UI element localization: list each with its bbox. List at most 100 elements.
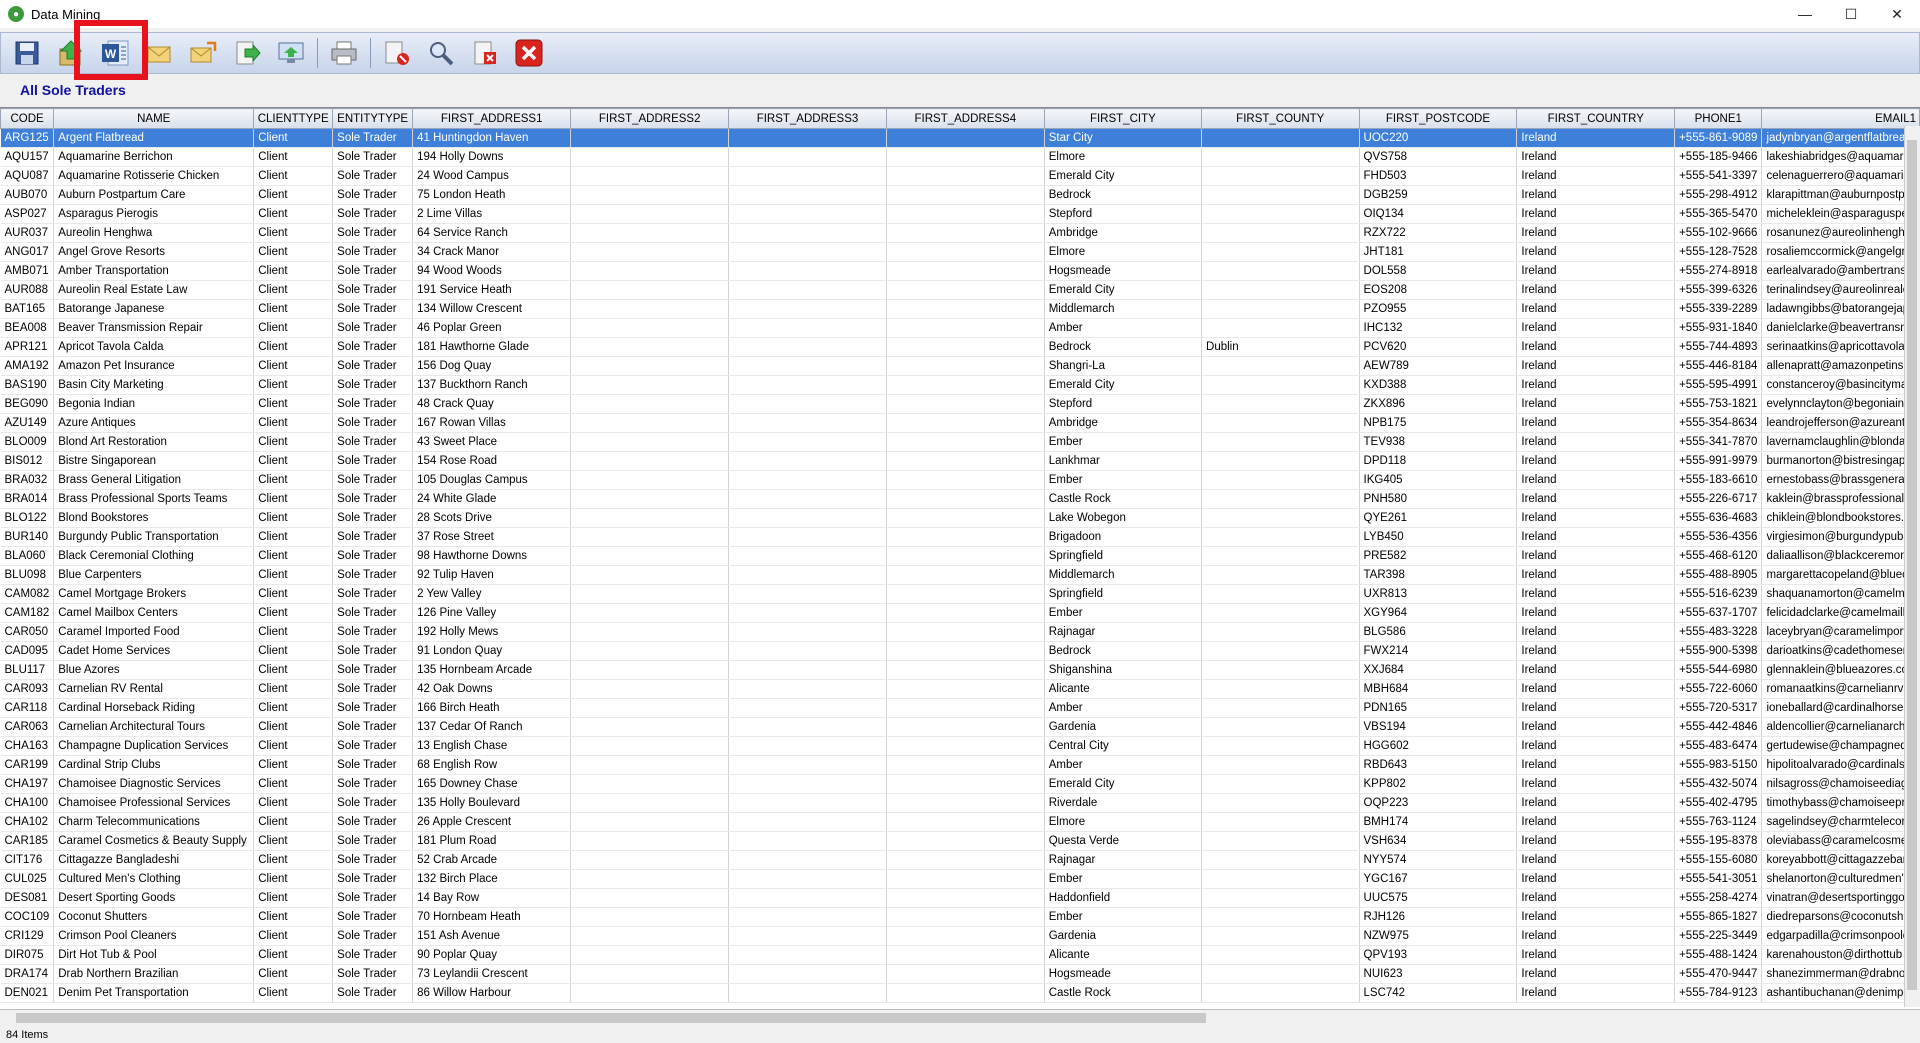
data-grid[interactable]: CODE NAME CLIENTTYPE ENTITYTYPE FIRST_ADDRES… xyxy=(0,107,1920,1010)
vertical-scroll-thumb[interactable] xyxy=(1907,140,1917,990)
table-cell: 48 Crack Quay xyxy=(412,394,572,414)
table-cell: PNH580 xyxy=(1359,489,1518,509)
column-header-first_address1[interactable]: FIRST_ADDRESS1 xyxy=(412,108,572,129)
column-header-first_address3[interactable]: FIRST_ADDRESS3 xyxy=(728,108,887,129)
column-header-first_county[interactable]: FIRST_COUNTY xyxy=(1201,108,1360,129)
table-row[interactable]: COC109 Coconut Shutters Client Sole Trader 7… xyxy=(0,907,1920,927)
send-email-button[interactable] xyxy=(185,36,221,70)
table-cell xyxy=(1201,565,1360,585)
delete-filter-button[interactable] xyxy=(379,36,415,70)
table-row[interactable]: BAT165 Batorange Japanese Client Sole Trade… xyxy=(0,299,1920,319)
forward-button[interactable] xyxy=(229,36,265,70)
table-row[interactable]: APR121 Apricot Tavola Calda Client Sole Tra… xyxy=(0,337,1920,357)
table-row[interactable]: AUR037 Aureolin Henghwa Client Sole Trader 6… xyxy=(0,223,1920,243)
table-row[interactable]: AZU149 Azure Antiques Client Sole Trader 167… xyxy=(0,413,1920,433)
table-cell: Ireland xyxy=(1516,850,1676,870)
table-row[interactable]: AQU087 Aquamarine Rotisserie Chicken Clien… xyxy=(0,166,1920,186)
horizontal-scroll-thumb[interactable] xyxy=(16,1013,1206,1023)
close-window-button[interactable]: ✕ xyxy=(1874,0,1920,28)
table-row[interactable]: BAS190 Basin City Marketing Client Sole Tra… xyxy=(0,375,1920,395)
delete-filter-icon xyxy=(385,41,409,65)
delete-document-button[interactable] xyxy=(467,36,503,70)
table-cell: +555-483-3228 xyxy=(1674,622,1763,642)
table-row[interactable]: BRA032 Brass General Litigation Client Sole… xyxy=(0,470,1920,490)
minimize-button[interactable]: — xyxy=(1782,0,1828,28)
table-cell: +555-442-4846 xyxy=(1674,717,1763,737)
table-row[interactable]: BEA008 Beaver Transmission Repair Client So… xyxy=(0,318,1920,338)
table-row[interactable]: DRA174 Drab Northern Brazilian Client Sole … xyxy=(0,964,1920,984)
table-row[interactable]: BEG090 Begonia Indian Client Sole Trader 48 … xyxy=(0,394,1920,414)
save-button[interactable] xyxy=(9,36,45,70)
table-row[interactable]: CIT176 Cittagazze Bangladeshi Client Sole T… xyxy=(0,850,1920,870)
column-header-entitytype[interactable]: ENTITYTYPE xyxy=(332,108,414,129)
table-row[interactable]: CAR118 Cardinal Horseback Riding Client Sol… xyxy=(0,698,1920,718)
table-cell xyxy=(570,394,730,414)
table-row[interactable]: DES081 Desert Sporting Goods Client Sole Tr… xyxy=(0,888,1920,908)
column-header-code[interactable]: CODE xyxy=(0,108,55,129)
table-row[interactable]: BLO009 Blond Art Restoration Client Sole Tr… xyxy=(0,432,1920,452)
table-cell: 165 Downey Chase xyxy=(412,774,572,794)
table-row[interactable]: AQU157 Aquamarine Berrichon Client Sole Tra… xyxy=(0,147,1920,167)
table-cell: Sole Trader xyxy=(332,755,414,775)
table-cell: Sole Trader xyxy=(332,888,414,908)
print-button[interactable] xyxy=(326,36,362,70)
table-row[interactable]: AMA192 Amazon Pet Insurance Client Sole Tra… xyxy=(0,356,1920,376)
table-row[interactable]: BUR140 Burgundy Public Transportation Clie… xyxy=(0,527,1920,547)
column-header-clienttype[interactable]: CLIENTTYPE xyxy=(253,108,334,129)
table-cell: Sole Trader xyxy=(332,128,414,148)
table-cell: Sole Trader xyxy=(332,166,414,186)
table-cell: Ember xyxy=(1044,470,1203,490)
table-cell: Ireland xyxy=(1516,413,1676,433)
column-header-first_city[interactable]: FIRST_CITY xyxy=(1043,108,1203,129)
table-row[interactable]: CAR185 Caramel Cosmetics & Beauty Supply C… xyxy=(0,831,1920,851)
column-header-first_address2[interactable]: FIRST_ADDRESS2 xyxy=(570,108,730,129)
table-row[interactable]: CAR093 Carnelian RV Rental Client Sole Trad… xyxy=(0,679,1920,699)
table-row[interactable]: CRI129 Crimson Pool Cleaners Client Sole Tr… xyxy=(0,926,1920,946)
column-header-first_address4[interactable]: FIRST_ADDRESS4 xyxy=(885,108,1045,129)
table-row[interactable]: CHA197 Chamoisee Diagnostic Services Clien… xyxy=(0,774,1920,794)
table-row[interactable]: ANG017 Angel Grove Resorts Client Sole Trad… xyxy=(0,242,1920,262)
table-row[interactable]: ASP027 Asparagus Pierogis Client Sole Trade… xyxy=(0,204,1920,224)
table-row[interactable]: CUL025 Cultured Men's Clothing Client Sole … xyxy=(0,869,1920,889)
table-row[interactable]: CAD095 Cadet Home Services Client Sole Trad… xyxy=(0,641,1920,661)
table-row[interactable]: BRA014 Brass Professional Sports Teams Cli… xyxy=(0,489,1920,509)
table-cell: diedreparsons@coconutshu xyxy=(1761,907,1920,927)
vertical-scrollbar[interactable] xyxy=(1904,126,1920,1007)
horizontal-scrollbar[interactable] xyxy=(0,1009,1920,1027)
table-row[interactable]: AUB070 Auburn Postpartum Care Client Sole T… xyxy=(0,185,1920,205)
table-row[interactable]: CAR050 Caramel Imported Food Client Sole Tr… xyxy=(0,622,1920,642)
table-row[interactable]: AMB071 Amber Transportation Client Sole Tra… xyxy=(0,261,1920,281)
table-row[interactable]: CHA163 Champagne Duplication Services Clie… xyxy=(0,736,1920,756)
table-row[interactable]: DIR075 Dirt Hot Tub & Pool Client Sole Trad… xyxy=(0,945,1920,965)
table-row[interactable]: BLO122 Blond Bookstores Client Sole Trader 2… xyxy=(0,508,1920,528)
monitor-button[interactable] xyxy=(273,36,309,70)
table-row[interactable]: BLU117 Blue Azores Client Sole Trader 135 Ho… xyxy=(0,660,1920,680)
table-cell xyxy=(1201,394,1360,414)
table-row[interactable]: DEN021 Denim Pet Transportation Client Sole… xyxy=(0,983,1920,1003)
table-row[interactable]: ARG125 Argent Flatbread Client Sole Trader 4… xyxy=(0,128,1920,148)
table-cell xyxy=(570,698,730,718)
table-cell: DOL558 xyxy=(1359,261,1518,281)
table-cell: UOC220 xyxy=(1359,128,1518,148)
table-row[interactable]: CHA100 Chamoisee Professional Services Cli… xyxy=(0,793,1920,813)
column-header-first_postcode[interactable]: FIRST_POSTCODE xyxy=(1358,108,1518,129)
table-row[interactable]: BIS012 Bistre Singaporean Client Sole Trade… xyxy=(0,451,1920,471)
column-header-phone1[interactable]: PHONE1 xyxy=(1674,108,1763,129)
column-header-email1[interactable]: EMAIL1 xyxy=(1761,108,1920,129)
table-row[interactable]: BLA060 Black Ceremonial Clothing Client Sol… xyxy=(0,546,1920,566)
maximize-button[interactable]: ☐ xyxy=(1828,0,1874,28)
table-cell: Client xyxy=(253,413,334,433)
table-row[interactable]: BLU098 Blue Carpenters Client Sole Trader 92… xyxy=(0,565,1920,585)
search-button[interactable] xyxy=(423,36,459,70)
table-row[interactable]: CAM082 Camel Mortgage Brokers Client Sole T… xyxy=(0,584,1920,604)
close-button[interactable] xyxy=(511,36,547,70)
column-header-name[interactable]: NAME xyxy=(53,108,255,129)
table-row[interactable]: CAR199 Cardinal Strip Clubs Client Sole Tra… xyxy=(0,755,1920,775)
table-row[interactable]: CHA102 Charm Telecommunications Client Sole… xyxy=(0,812,1920,832)
table-cell: Client xyxy=(253,451,334,471)
table-row[interactable]: CAM182 Camel Mailbox Centers Client Sole Tr… xyxy=(0,603,1920,623)
table-row[interactable]: AUR088 Aureolin Real Estate Law Client Sole… xyxy=(0,280,1920,300)
column-header-first_country[interactable]: FIRST_COUNTRY xyxy=(1516,108,1676,129)
table-row[interactable]: CAR063 Carnelian Architectural Tours Clien… xyxy=(0,717,1920,737)
table-cell: Client xyxy=(253,907,334,927)
